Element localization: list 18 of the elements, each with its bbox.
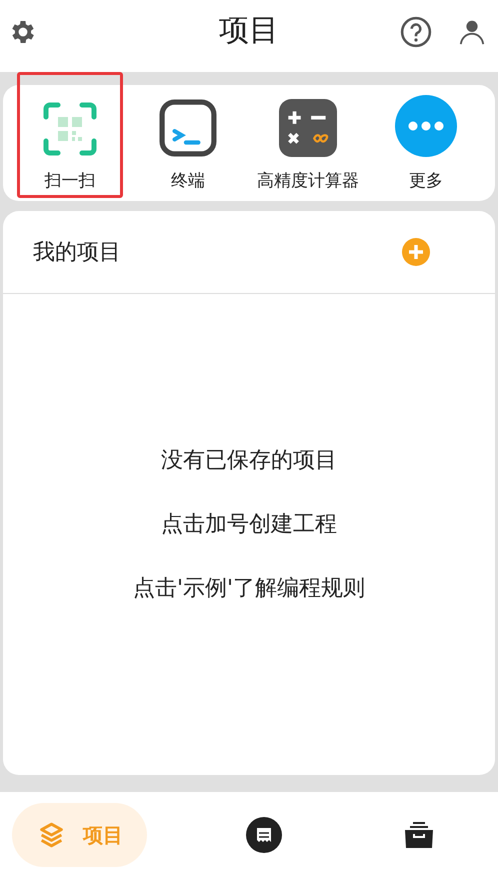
terminal-icon xyxy=(159,99,217,157)
calculator-icon xyxy=(279,99,337,157)
empty-message: 点击加号创建工程 xyxy=(161,510,337,538)
quick-action[interactable]: 高精度计算器 xyxy=(243,72,373,198)
chat-icon xyxy=(246,817,282,853)
archive-icon xyxy=(404,820,434,850)
empty-message: 没有已保存的项目 xyxy=(161,446,337,474)
help-icon[interactable] xyxy=(400,16,432,48)
page-title: 项目 xyxy=(219,12,279,50)
quick-action[interactable]: 更多 xyxy=(373,72,479,198)
user-icon[interactable] xyxy=(458,18,486,46)
quick-action[interactable]: 终端 xyxy=(135,72,241,198)
qr-code-icon xyxy=(42,101,98,157)
empty-message: 点击'示例'了解编程规则 xyxy=(132,574,366,602)
section-title: 我的项目 xyxy=(33,239,121,267)
more-icon xyxy=(395,95,457,157)
quick-action[interactable]: 扫一扫 xyxy=(17,72,123,198)
layers-icon xyxy=(38,820,65,850)
